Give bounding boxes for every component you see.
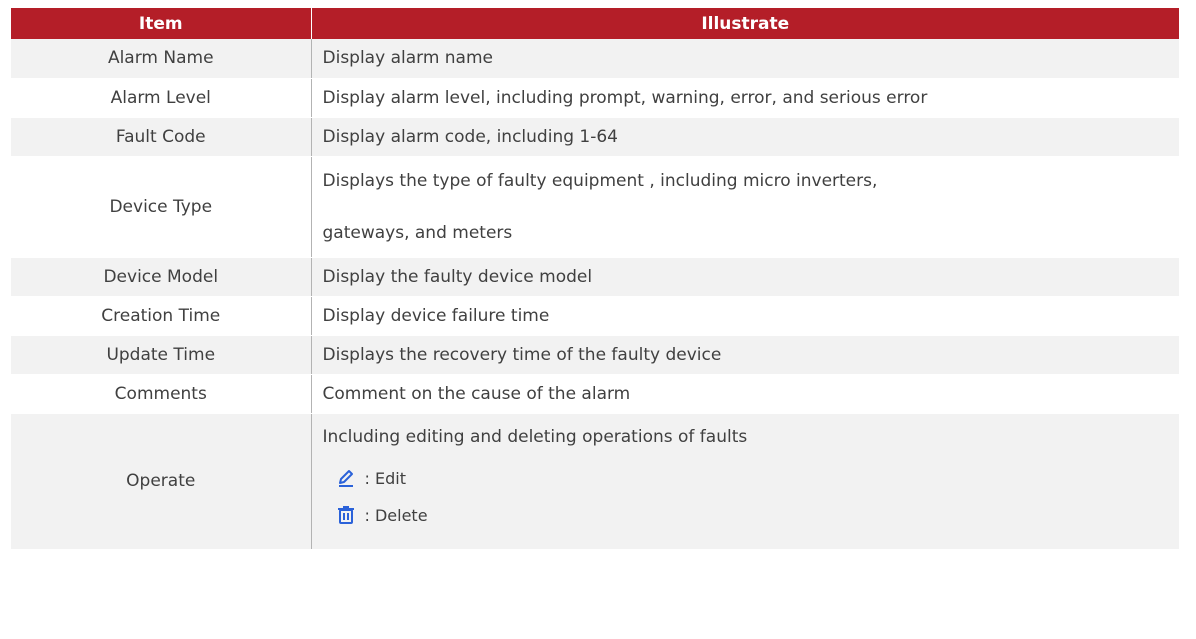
table-row: Device Model Display the faulty device m… [11, 257, 1179, 297]
pencil-icon[interactable] [335, 467, 357, 489]
row-desc: Displays the recovery time of the faulty… [311, 335, 1179, 375]
row-item: Device Type [11, 156, 312, 258]
row-desc: Display alarm name [311, 39, 1179, 79]
operate-desc: Including editing and deleting operation… [322, 426, 748, 447]
delete-legend: : Delete [323, 497, 1180, 534]
table-row: Device Type Displays the type of faulty … [11, 156, 1179, 258]
row-desc: Display alarm code, including 1-64 [311, 117, 1179, 157]
row-desc: Display device failure time [311, 296, 1179, 336]
table-row: Alarm Level Display alarm level, includi… [11, 78, 1179, 118]
trash-icon[interactable] [335, 504, 357, 526]
row-item: Comments [11, 374, 312, 414]
row-item: Alarm Level [11, 78, 312, 118]
row-desc: Display the faulty device model [311, 257, 1179, 297]
row-desc: Displays the type of faulty equipment , … [311, 156, 1179, 258]
table-header-row: Item Illustrate [11, 8, 1179, 39]
row-item: Fault Code [11, 117, 312, 157]
table-row: Fault Code Display alarm code, including… [11, 117, 1179, 157]
table-row: Creation Time Display device failure tim… [11, 296, 1179, 336]
header-illustrate: Illustrate [311, 8, 1179, 39]
row-item: Alarm Name [11, 39, 312, 79]
row-desc: Comment on the cause of the alarm [311, 374, 1179, 414]
edit-label: : Edit [364, 468, 406, 488]
alarm-fields-table: Item Illustrate Alarm Name Display alarm… [11, 8, 1179, 550]
table-row: Operate Including editing and deleting o… [11, 413, 1180, 550]
table-row: Comments Comment on the cause of the ala… [11, 374, 1179, 414]
row-desc-line: gateways, and meters [322, 222, 513, 243]
delete-label: : Delete [364, 505, 428, 525]
row-desc: Including editing and deleting operation… [311, 413, 1180, 550]
row-item: Device Model [11, 257, 312, 297]
row-item: Creation Time [11, 296, 312, 336]
row-item: Operate [11, 413, 312, 550]
table-row: Alarm Name Display alarm name [11, 39, 1179, 79]
row-item: Update Time [11, 335, 312, 375]
table-row: Update Time Displays the recovery time o… [11, 335, 1179, 375]
row-desc: Display alarm level, including prompt, w… [311, 78, 1179, 118]
header-item: Item [11, 8, 312, 39]
row-desc-line: Displays the type of faulty equipment , … [322, 170, 878, 191]
edit-legend: : Edit [323, 460, 1180, 497]
